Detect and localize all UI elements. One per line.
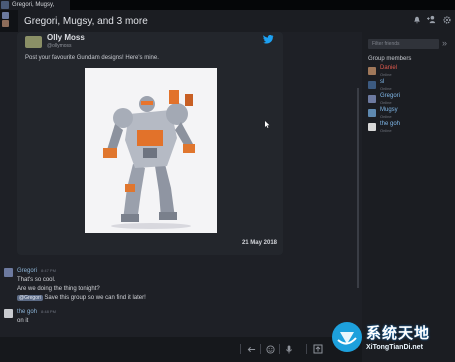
message-author[interactable]: Gregori 8:47 PM xyxy=(17,268,56,274)
upload-icon[interactable] xyxy=(310,342,326,356)
emoji-icon[interactable] xyxy=(262,342,278,356)
member-avatar xyxy=(368,81,376,89)
member-avatar xyxy=(368,67,376,75)
olly-logo xyxy=(25,36,42,48)
chat-content: Olly Moss @ollymoss Post your favourite … xyxy=(0,32,362,362)
chat-input-bar[interactable] xyxy=(0,337,362,362)
gundam-image[interactable] xyxy=(85,68,217,233)
collapse-chevron-icon[interactable]: » xyxy=(442,38,447,48)
twitter-bird-icon xyxy=(263,35,274,44)
site-watermark: 系统天地 XiTongTianDi.net xyxy=(332,320,455,362)
mention-chip[interactable]: @Gregori xyxy=(17,295,43,301)
watermark-title: 系统天地 xyxy=(366,325,431,342)
member-status: Online xyxy=(380,100,392,105)
microphone-icon[interactable] xyxy=(281,342,297,356)
embed-date: 21 May 2018 xyxy=(241,240,277,246)
member-name: Daniel xyxy=(380,65,398,71)
send-icon[interactable] xyxy=(243,342,259,356)
message-text: on it xyxy=(17,318,29,324)
chat-title: Gregori, Mugsy, and 3 more xyxy=(24,15,148,27)
add-user-icon[interactable] xyxy=(427,15,436,24)
bell-icon[interactable] xyxy=(412,15,421,24)
chat-tab[interactable]: Gregori, Mugsy, xyxy=(0,0,70,10)
the-goh-avatar[interactable] xyxy=(4,309,13,318)
gear-icon[interactable] xyxy=(442,15,451,24)
message-text: @Gregori Save this group so we can find … xyxy=(17,295,146,301)
member-avatar xyxy=(368,95,376,103)
group-members-title: Group members xyxy=(368,56,412,62)
divider xyxy=(279,344,280,354)
member-name: Mugsy xyxy=(380,107,398,113)
members-search-input[interactable]: Filter friends xyxy=(368,39,439,49)
member-avatar xyxy=(368,109,376,117)
member-name: Gregori xyxy=(380,93,401,99)
divider xyxy=(260,344,261,354)
chat-list-strip xyxy=(0,10,18,32)
message-author[interactable]: the goh 8:48 PM xyxy=(17,309,56,315)
message-text: That's so cool. xyxy=(17,277,56,283)
gregori-avatar[interactable] xyxy=(4,268,13,277)
embed-text: Post your favourite Gundam designs! Here… xyxy=(25,55,159,61)
window-tab-bar: Gregori, Mugsy, xyxy=(0,0,455,10)
chat-scrollbar[interactable] xyxy=(357,88,359,288)
chat-avatar[interactable] xyxy=(2,20,9,27)
member-status: Online xyxy=(380,72,392,77)
divider xyxy=(240,344,241,354)
member-status: Online xyxy=(380,114,392,119)
group-members-panel: Filter friends » Group members Daniel On… xyxy=(362,32,455,362)
chat-avatar[interactable] xyxy=(2,12,9,19)
tweet-embed[interactable]: Olly Moss @ollymoss Post your favourite … xyxy=(17,32,283,255)
member-avatar xyxy=(368,123,376,131)
chat-header: Gregori, Mugsy, and 3 more xyxy=(18,10,455,32)
tab-avatar xyxy=(1,1,9,9)
embed-author: Olly Moss xyxy=(47,33,85,42)
mouse-cursor-icon xyxy=(265,121,270,128)
divider xyxy=(306,344,307,354)
member-name: sl xyxy=(380,79,385,85)
watermark-url: XiTongTianDi.net xyxy=(366,344,423,351)
tab-label: Gregori, Mugsy, xyxy=(12,2,55,8)
message-time: 8:47 PM xyxy=(41,268,56,273)
message-text: Are we doing the thing tonight? xyxy=(17,286,100,292)
member-status: Online xyxy=(380,128,392,133)
member-name: the goh xyxy=(380,121,401,127)
embed-handle: @ollymoss xyxy=(47,43,72,49)
message-time: 8:48 PM xyxy=(41,309,56,314)
watermark-logo-icon xyxy=(332,322,362,352)
member-status: Online xyxy=(380,86,392,91)
